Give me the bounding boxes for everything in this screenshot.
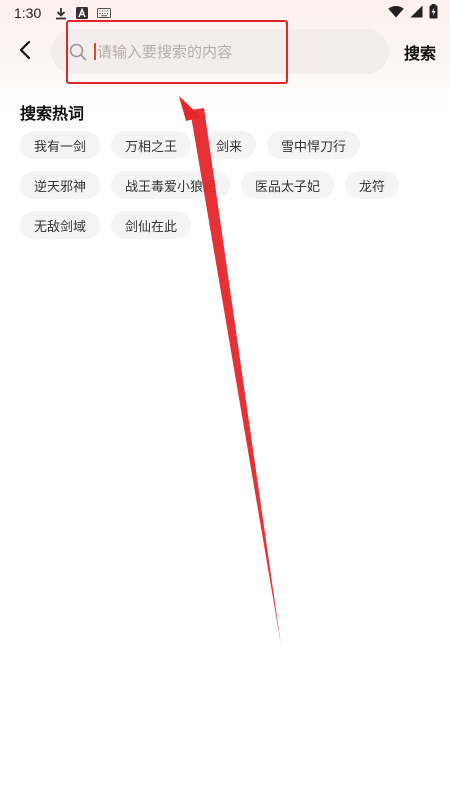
text-cursor xyxy=(94,43,96,60)
hot-word-tag[interactable]: 万相之王 xyxy=(111,131,192,159)
tag-row: 我有一剑 万相之王 剑来 雪中悍刀行 xyxy=(20,131,420,159)
search-icon xyxy=(69,43,87,61)
hot-words-tags: 我有一剑 万相之王 剑来 雪中悍刀行 逆天邪神 战王毒爱小狼妃 医品太子妃 龙符… xyxy=(20,131,420,251)
hot-word-tag[interactable]: 无敌剑域 xyxy=(20,211,101,239)
hot-word-tag[interactable]: 战王毒爱小狼妃 xyxy=(111,171,231,199)
tag-row: 无敌剑域 剑仙在此 xyxy=(20,211,420,239)
status-right-group xyxy=(388,3,438,23)
tag-row: 逆天邪神 战王毒爱小狼妃 医品太子妃 龙符 xyxy=(20,171,420,199)
hot-word-tag[interactable]: 龙符 xyxy=(345,171,400,199)
search-input[interactable] xyxy=(97,42,337,61)
download-icon xyxy=(55,7,67,20)
hot-word-tag[interactable]: 医品太子妃 xyxy=(241,171,335,199)
status-time: 1:30 xyxy=(14,5,42,21)
signal-icon xyxy=(410,5,423,22)
search-button[interactable]: 搜索 xyxy=(404,40,436,64)
hot-words-title: 搜索热词 xyxy=(20,104,85,123)
chevron-left-icon xyxy=(19,40,31,64)
hot-word-tag[interactable]: 雪中悍刀行 xyxy=(267,131,361,159)
hot-word-tag[interactable]: 逆天邪神 xyxy=(20,171,101,199)
hot-word-tag[interactable]: 剑仙在此 xyxy=(111,211,192,239)
status-bar: 1:30 xyxy=(0,0,450,26)
wifi-icon xyxy=(388,5,404,22)
hot-word-tag[interactable]: 我有一剑 xyxy=(20,131,101,159)
a-badge-icon xyxy=(76,7,89,19)
hot-word-tag[interactable]: 剑来 xyxy=(202,131,257,159)
search-page: 1:30 请输入要搜索的内容 搜索 搜索热词 我有一剑 万相之王 剑来 雪中悍刀… xyxy=(0,0,450,800)
keyboard-icon xyxy=(97,8,112,18)
battery-icon xyxy=(429,3,438,23)
search-box[interactable] xyxy=(51,29,389,74)
back-button[interactable] xyxy=(0,28,50,76)
search-header: 搜索 xyxy=(0,28,450,76)
